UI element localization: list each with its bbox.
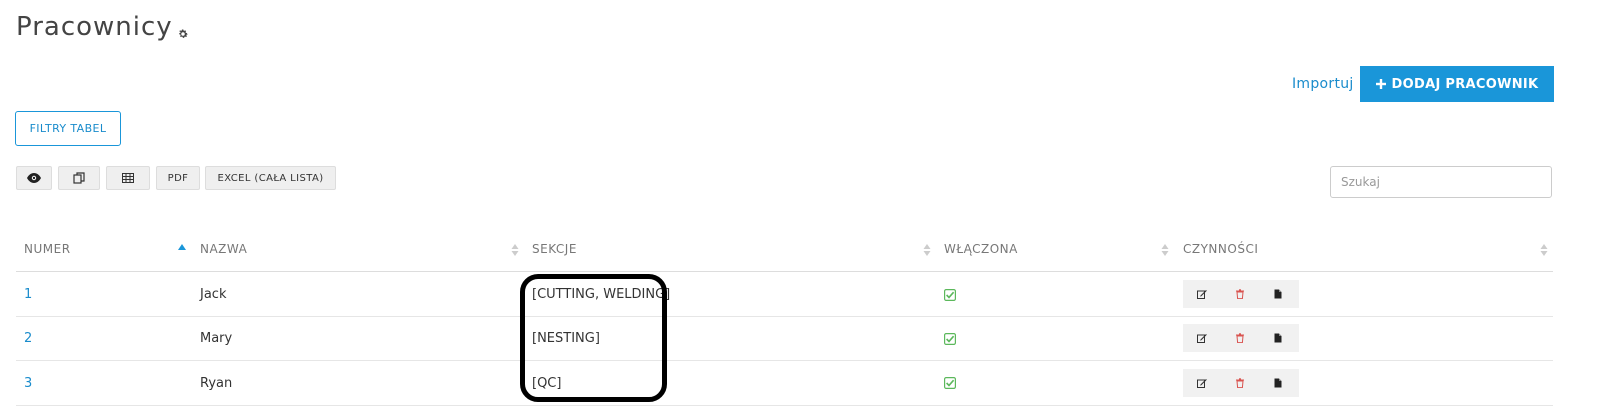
column-header-czynnosci[interactable]: CZYNNOŚCI [1183, 242, 1258, 256]
table-header-divider [16, 271, 1553, 272]
employee-sections: [QC] [532, 376, 562, 391]
table-filters-button[interactable]: FILTRY TABEL [15, 111, 121, 146]
column-visibility-button[interactable] [16, 166, 52, 190]
edit-icon [1197, 290, 1207, 299]
document-icon [1274, 333, 1282, 343]
sort-icon[interactable] [511, 243, 519, 257]
trash-icon [1236, 289, 1244, 299]
trash-icon [1236, 378, 1244, 388]
pdf-button[interactable]: PDF [156, 166, 200, 190]
edit-button[interactable] [1183, 324, 1221, 352]
document-icon [1274, 378, 1282, 388]
check-square-icon [944, 333, 956, 345]
column-header-sekcje[interactable]: SEKCJE [532, 242, 577, 256]
row-actions [1183, 280, 1299, 308]
employee-sections: [CUTTING, WELDING] [532, 287, 671, 302]
gear-icon[interactable] [177, 28, 189, 40]
page-title: Pracownicy [16, 12, 173, 42]
excel-button[interactable]: EXCEL (CAŁA LISTA) [205, 166, 336, 190]
row-actions [1183, 324, 1299, 352]
copy-button[interactable] [58, 166, 100, 190]
sort-icon[interactable] [923, 243, 931, 257]
employee-name: Ryan [200, 376, 233, 391]
sort-icon[interactable] [1540, 243, 1548, 257]
row-divider [16, 405, 1553, 406]
row-actions [1183, 369, 1299, 397]
check-square-icon [944, 289, 956, 301]
column-header-numer[interactable]: NUMER [24, 242, 71, 256]
delete-button[interactable] [1221, 369, 1259, 397]
sort-asc-icon[interactable] [178, 243, 186, 257]
document-button[interactable] [1259, 324, 1297, 352]
check-square-icon [944, 377, 956, 389]
table-icon [122, 173, 134, 183]
document-icon [1274, 289, 1282, 299]
employee-name: Jack [200, 287, 227, 302]
row-number-link[interactable]: 1 [24, 287, 32, 302]
column-header-wlaczona[interactable]: WŁĄCZONA [944, 242, 1018, 256]
document-button[interactable] [1259, 280, 1297, 308]
row-number-link[interactable]: 3 [24, 376, 32, 391]
plus-icon [1375, 79, 1386, 89]
employee-name: Mary [200, 331, 233, 346]
edit-button[interactable] [1183, 369, 1221, 397]
page-header: Pracownicy [16, 10, 189, 44]
eye-icon [27, 173, 41, 183]
edit-button[interactable] [1183, 280, 1221, 308]
column-header-nazwa[interactable]: NAZWA [200, 242, 247, 256]
employee-sections: [NESTING] [532, 331, 600, 346]
trash-icon [1236, 333, 1244, 343]
document-button[interactable] [1259, 369, 1297, 397]
import-link[interactable]: Importuj [1292, 76, 1354, 92]
edit-icon [1197, 334, 1207, 343]
search-input[interactable] [1330, 166, 1552, 198]
row-divider [16, 360, 1553, 361]
row-number-link[interactable]: 2 [24, 331, 32, 346]
row-divider [16, 316, 1553, 317]
sort-icon[interactable] [1161, 243, 1169, 257]
add-employee-label: DODAJ PRACOWNIK [1391, 76, 1539, 92]
delete-button[interactable] [1221, 324, 1259, 352]
copy-icon [73, 172, 85, 184]
edit-icon [1197, 379, 1207, 388]
csv-button[interactable] [106, 166, 150, 190]
delete-button[interactable] [1221, 280, 1259, 308]
add-employee-button[interactable]: DODAJ PRACOWNIK [1360, 66, 1554, 102]
